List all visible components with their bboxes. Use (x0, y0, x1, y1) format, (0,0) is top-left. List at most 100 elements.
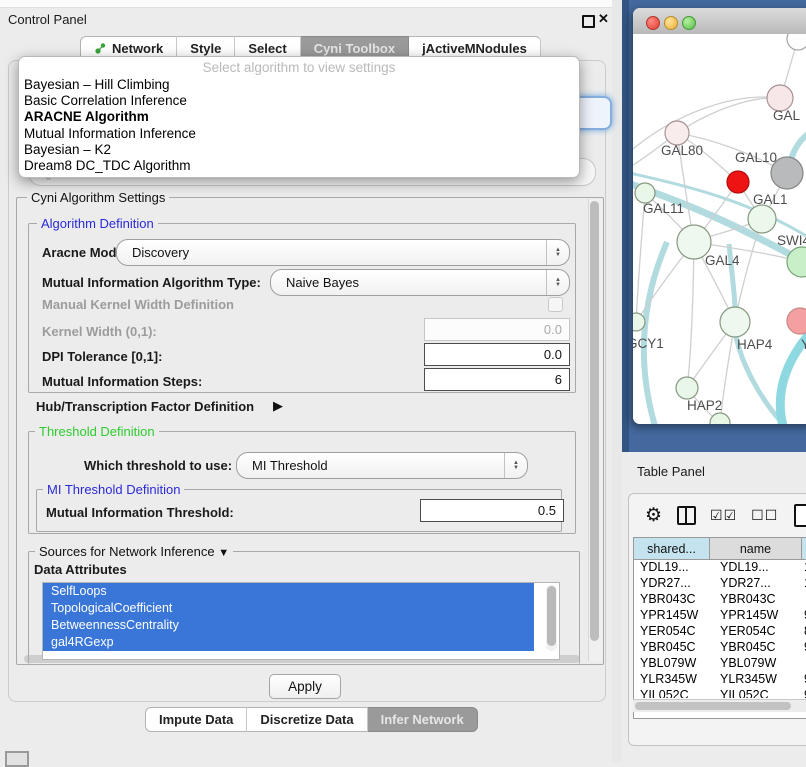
algorithm-dropdown-placeholder: Select algorithm to view settings (19, 57, 579, 77)
algorithm-option[interactable]: ARACNE Algorithm (19, 109, 579, 125)
tab-label: Impute Data (159, 712, 233, 727)
algorithm-dropdown-items: Bayesian – Hill ClimbingBasic Correlatio… (19, 77, 579, 174)
split-columns-icon[interactable] (677, 506, 696, 525)
dpi-tolerance-field[interactable]: 0.0 (424, 343, 570, 366)
checked-boxes-icon[interactable]: ☑☑ (710, 507, 737, 524)
mi-threshold-group-title: MI Threshold Definition (43, 482, 184, 497)
algorithm-option[interactable]: Mutual Information Inference (19, 126, 579, 142)
node-label: GAL10 (735, 150, 777, 165)
algorithm-option[interactable]: Bayesian – K2 (19, 142, 579, 158)
network-node[interactable] (633, 313, 645, 331)
apply-button[interactable]: Apply (269, 674, 341, 699)
mi-type-combo[interactable]: Naive Bayes ▲▼ (270, 269, 570, 296)
table-header-row: shared...name (634, 538, 806, 560)
stepper-icon: ▲▼ (546, 270, 569, 295)
dpi-tolerance-label: DPI Tolerance [0,1]: (42, 349, 162, 364)
node-table: shared...name YDL19...YDL19...13YDR27...… (633, 537, 806, 719)
control-panel-title: Control Panel (8, 12, 87, 27)
table-rows: YDL19...YDL19...13YDR27...YDR27...12YBR0… (634, 560, 806, 698)
zoom-traffic-light-icon[interactable] (682, 16, 696, 30)
network-node[interactable] (665, 121, 689, 145)
close-icon[interactable]: ✕ (598, 11, 609, 27)
minimized-panel-icon[interactable] (5, 751, 29, 767)
network-node[interactable] (720, 307, 750, 337)
attribute-list-item[interactable]: BetweennessCentrality (43, 617, 534, 634)
column-header[interactable]: name (710, 538, 802, 560)
file-icon[interactable] (794, 504, 806, 527)
which-threshold-label: Which threshold to use: (84, 458, 232, 473)
network-node[interactable] (787, 308, 806, 334)
tab-discretize-data[interactable]: Discretize Data (247, 707, 367, 732)
tab-infer-network[interactable]: Infer Network (368, 707, 478, 732)
network-window-titlebar[interactable] (633, 8, 806, 35)
network-node[interactable] (787, 34, 806, 50)
which-threshold-combo[interactable]: MI Threshold ▲▼ (236, 452, 528, 479)
close-traffic-light-icon[interactable] (646, 16, 660, 30)
attribute-list-item[interactable]: TopologicalCoefficient (43, 600, 534, 617)
attribute-list-item[interactable]: SelfLoops (43, 583, 534, 600)
table-row[interactable]: YPR145WYPR145W9. (634, 608, 806, 624)
expand-arrow-icon[interactable]: ▼ (218, 547, 229, 559)
network-node[interactable] (710, 413, 730, 424)
sources-group-title: Sources for Network Inference ▼ (35, 544, 233, 559)
attributes-scrollbar-thumb[interactable] (547, 586, 556, 646)
algorithm-option[interactable]: Basic Correlation Inference (19, 93, 579, 109)
kernel-width-field[interactable]: 0.0 (424, 318, 570, 341)
hub-definition-label[interactable]: Hub/Transcription Factor Definition (36, 399, 254, 414)
table-row[interactable]: YDR27...YDR27...12 (634, 576, 806, 592)
column-header[interactable] (802, 538, 806, 560)
node-label: GAL4 (705, 253, 740, 268)
manual-kernel-label: Manual Kernel Width Definition (42, 297, 234, 312)
sources-title-text[interactable]: Sources for Network Inference (39, 544, 215, 559)
tab-impute-data[interactable]: Impute Data (145, 707, 247, 732)
stepper-icon: ▲▼ (504, 453, 527, 478)
data-attributes-label: Data Attributes (34, 562, 127, 577)
network-node[interactable] (727, 171, 749, 193)
mi-threshold-field[interactable]: 0.5 (420, 499, 564, 522)
node-label: GAL (773, 108, 801, 123)
mi-threshold-label: Mutual Information Threshold: (46, 505, 234, 520)
bottom-tab-bar: Impute Data Discretize DataInfer Network (145, 707, 478, 730)
network-node[interactable] (676, 377, 698, 399)
window-top-strip (0, 0, 612, 8)
settings-scrollbar-thumb[interactable] (590, 201, 599, 641)
table-panel: ⚙ ☑☑ ☐☐ shared...name YDL19...YDL19...13… (628, 493, 806, 746)
table-row[interactable]: YBR043CYBR043C (634, 592, 806, 608)
mi-steps-label: Mutual Information Steps: (42, 374, 202, 389)
table-row[interactable]: YBR045CYBR045C9. (634, 640, 806, 656)
network-node[interactable] (748, 205, 776, 233)
table-row[interactable]: YDL19...YDL19...13 (634, 560, 806, 576)
float-window-icon[interactable] (582, 15, 595, 28)
network-icon (94, 42, 107, 55)
network-node[interactable] (635, 183, 655, 203)
table-row[interactable]: YER054CYER054C8. (634, 624, 806, 640)
tab-label: Select (248, 41, 286, 56)
unchecked-boxes-icon[interactable]: ☐☐ (751, 507, 778, 524)
node-label: GCY1 (633, 336, 664, 351)
network-canvas[interactable]: GALGAL80GAL10GAL1GAL11SWI4GAL4GCY1HAP4YH… (633, 34, 806, 424)
table-row[interactable]: YIL052CYIL052C9 (634, 688, 806, 698)
threshold-definition-title: Threshold Definition (35, 424, 159, 439)
mi-type-value: Naive Bayes (286, 275, 546, 290)
collapse-arrow-icon[interactable]: ▶ (273, 398, 283, 414)
gear-icon[interactable]: ⚙ (645, 504, 662, 527)
algorithm-option[interactable]: Bayesian – Hill Climbing (19, 77, 579, 93)
tab-label: Network (112, 41, 163, 56)
aracne-mode-combo[interactable]: Discovery ▲▼ (116, 239, 570, 266)
column-header[interactable]: shared... (634, 538, 710, 560)
which-threshold-value: MI Threshold (252, 458, 504, 473)
table-row[interactable]: YLR345WYLR345W9. (634, 672, 806, 688)
mi-steps-field[interactable]: 6 (424, 368, 570, 391)
attribute-list-item[interactable]: gal4RGexp (43, 634, 534, 651)
algorithm-dropdown-popup: Select algorithm to view settings Bayesi… (18, 56, 580, 178)
algorithm-option[interactable]: Dream8 DC_TDC Algorithm (19, 158, 579, 174)
table-row[interactable]: YBL079WYBL079W (634, 656, 806, 672)
node-label: Y (801, 337, 806, 352)
algorithm-definition-title: Algorithm Definition (37, 216, 158, 231)
table-panel-toolbar: ⚙ ☑☑ ☐☐ (629, 494, 806, 536)
data-attributes-list[interactable]: SelfLoopsTopologicalCoefficientBetweenne… (42, 582, 560, 660)
minimize-traffic-light-icon[interactable] (664, 16, 678, 30)
table-horizontal-scrollbar[interactable] (633, 699, 806, 712)
table-scrollbar-thumb[interactable] (635, 702, 791, 710)
manual-kernel-checkbox[interactable] (548, 297, 563, 312)
